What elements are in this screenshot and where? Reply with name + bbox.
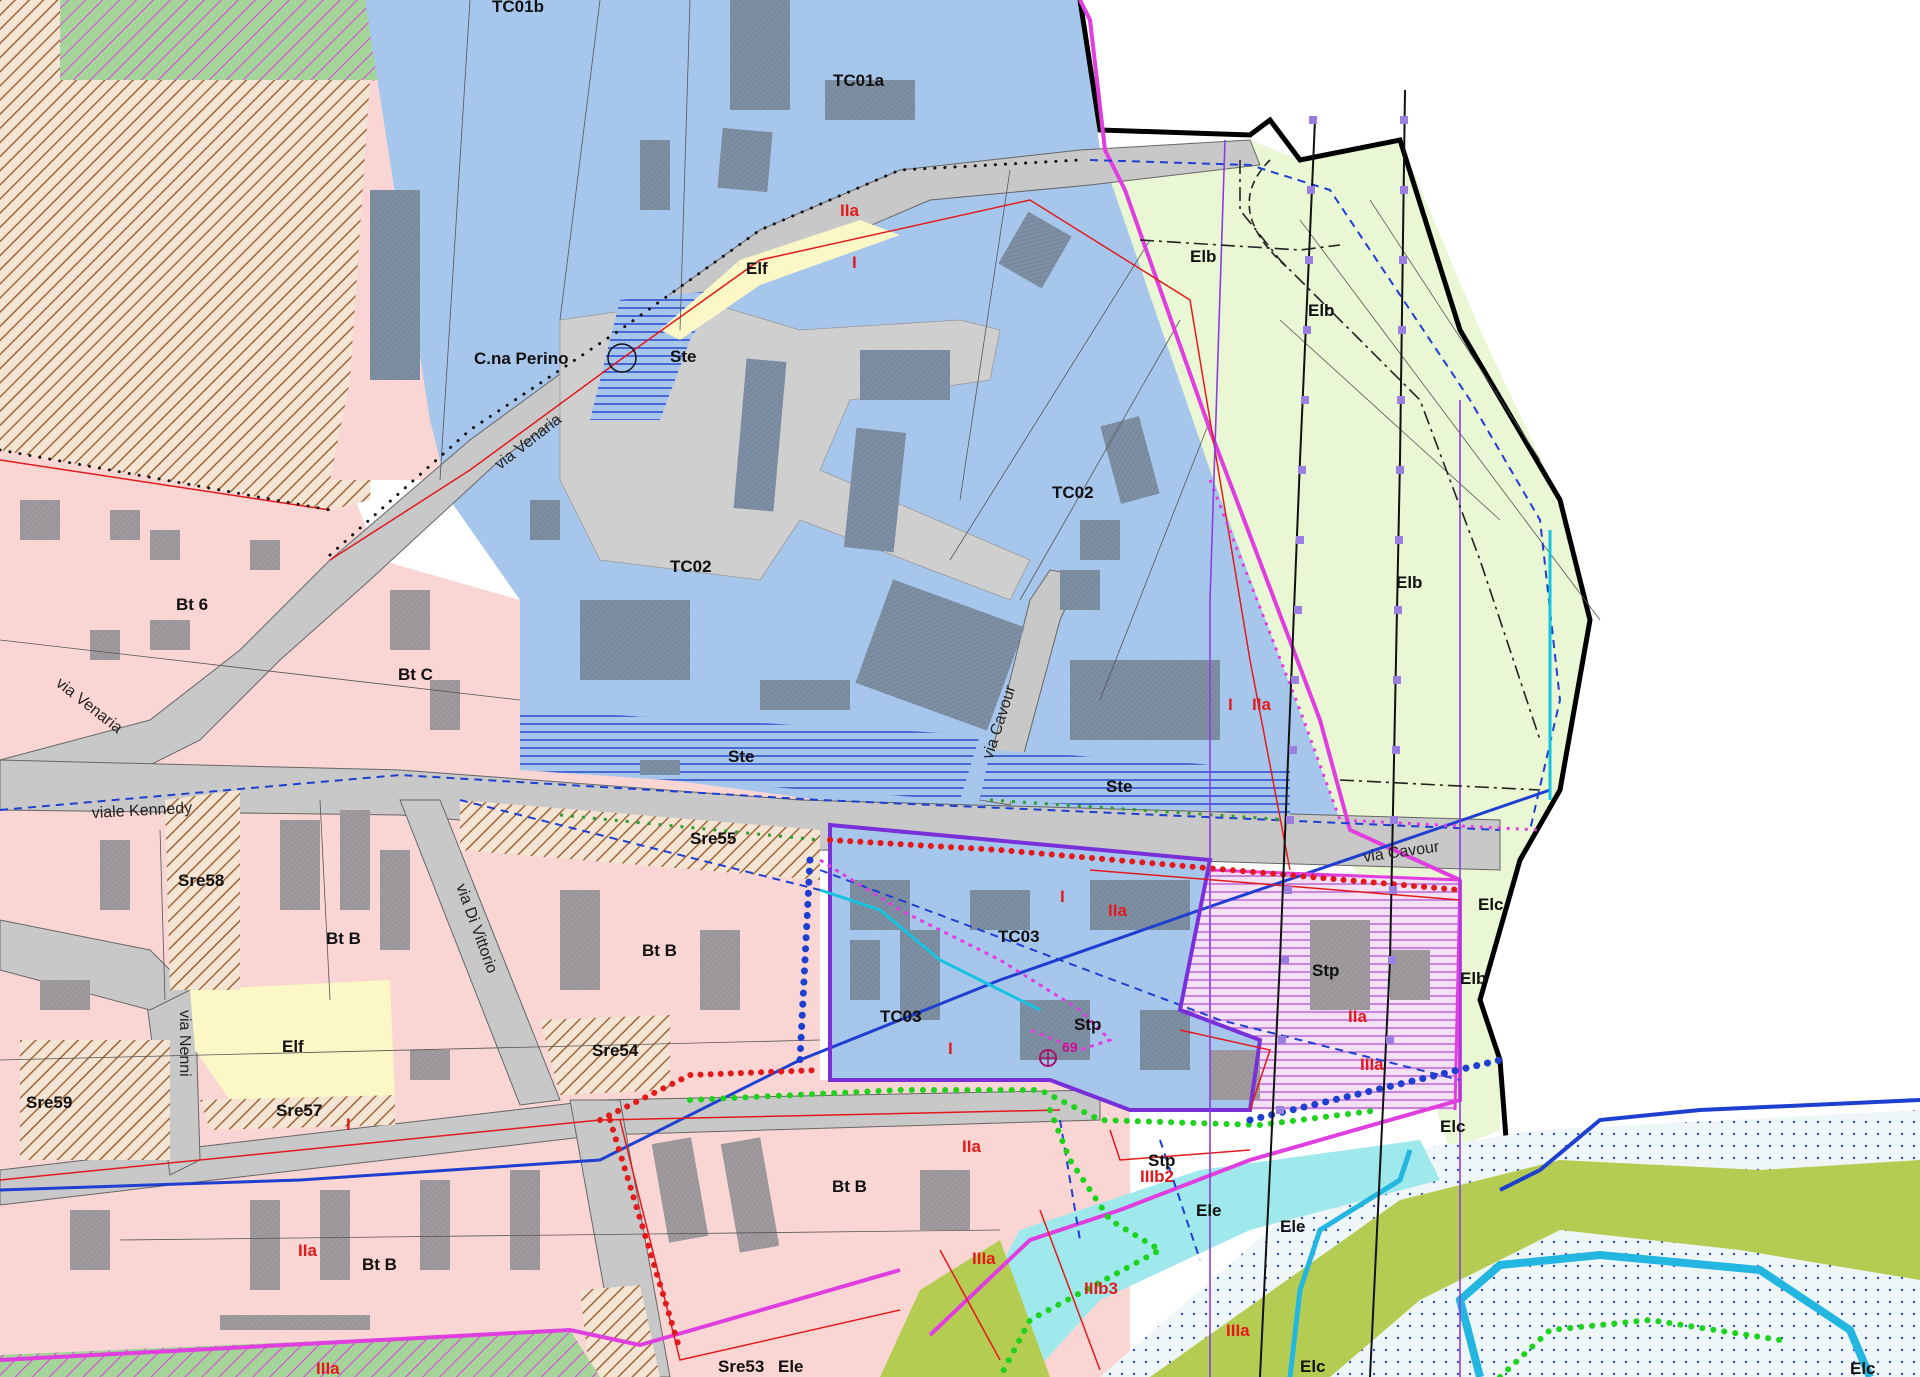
label-iia-2: IIa [1252, 695, 1271, 714]
label-ste-b: Ste [728, 747, 754, 766]
label-i-1: I [852, 253, 857, 272]
label-sre53: Sre53 [718, 1357, 764, 1376]
label-ele-c: Ele [778, 1357, 804, 1376]
label-cna-perino: C.na Perino [474, 349, 568, 368]
label-iiia-3: IIIa [1226, 1321, 1250, 1340]
sre58-zone [165, 790, 240, 990]
label-i-2: I [1228, 695, 1233, 714]
label-iiia-2: IIIa [972, 1249, 996, 1268]
label-stp-a: Stp [1312, 961, 1339, 980]
label-ele-a: Ele [1196, 1201, 1222, 1220]
label-tc03-b: TC03 [880, 1007, 922, 1026]
label-iiib2: IIIb2 [1140, 1167, 1174, 1186]
label-i-3: I [1060, 887, 1065, 906]
label-sre55: Sre55 [690, 829, 736, 848]
label-i-4: I [948, 1039, 953, 1058]
green-hatch-strip [60, 0, 400, 80]
label-tc02-b: TC02 [670, 557, 712, 576]
label-btb-d: Bt B [362, 1255, 397, 1274]
label-iia-3: IIa [1108, 901, 1127, 920]
label-btc: Bt C [398, 665, 433, 684]
label-sre58: Sre58 [178, 871, 224, 890]
label-elb-a: Elb [1190, 247, 1216, 266]
label-ste-a: Ste [670, 347, 696, 366]
label-elc-a: Elc [1478, 895, 1504, 914]
label-sre57: Sre57 [276, 1101, 322, 1120]
label-tc01b: TC01b [492, 0, 544, 16]
label-elc-c: Elc [1300, 1357, 1326, 1376]
label-btb-b: Bt B [642, 941, 677, 960]
label-elc-b: Elc [1440, 1117, 1466, 1136]
zoning-map: 69 TC01b TC01a TC02 TC02 TC03 TC03 Elf E… [0, 0, 1920, 1377]
label-i-5: I [346, 1115, 351, 1134]
label-iia-4: IIa [1348, 1007, 1367, 1026]
label-sre59: Sre59 [26, 1093, 72, 1112]
label-bt6: Bt 6 [176, 595, 208, 614]
label-iia-6: IIa [298, 1241, 317, 1260]
label-elb-d: Elb [1460, 969, 1486, 988]
label-stp-b: Stp [1074, 1015, 1101, 1034]
label-iiib3: IIIb3 [1084, 1279, 1118, 1298]
label-btb-c: Bt B [832, 1177, 867, 1196]
label-iia-5: IIa [962, 1137, 981, 1156]
label-btb-a: Bt B [326, 929, 361, 948]
label-elb-b: Elb [1308, 301, 1334, 320]
label-elc-d: Elc [1850, 1359, 1876, 1377]
marker-69-label: 69 [1062, 1039, 1078, 1055]
label-elf-a: Elf [746, 259, 768, 278]
label-sre54: Sre54 [592, 1041, 639, 1060]
label-iiia-1: IIIa [1360, 1055, 1384, 1074]
label-iiia-4: IIIa [316, 1359, 340, 1377]
label-ste-c: Ste [1106, 777, 1132, 796]
label-elf-b: Elf [282, 1037, 304, 1056]
label-iia-1: IIa [840, 201, 859, 220]
label-tc02-a: TC02 [1052, 483, 1094, 502]
label-tc01a: TC01a [833, 71, 885, 90]
label-tc03-a: TC03 [998, 927, 1040, 946]
label-elb-c: Elb [1396, 573, 1422, 592]
street-via-nenni: via Nenni [176, 1010, 193, 1077]
label-ele-b: Ele [1280, 1217, 1306, 1236]
